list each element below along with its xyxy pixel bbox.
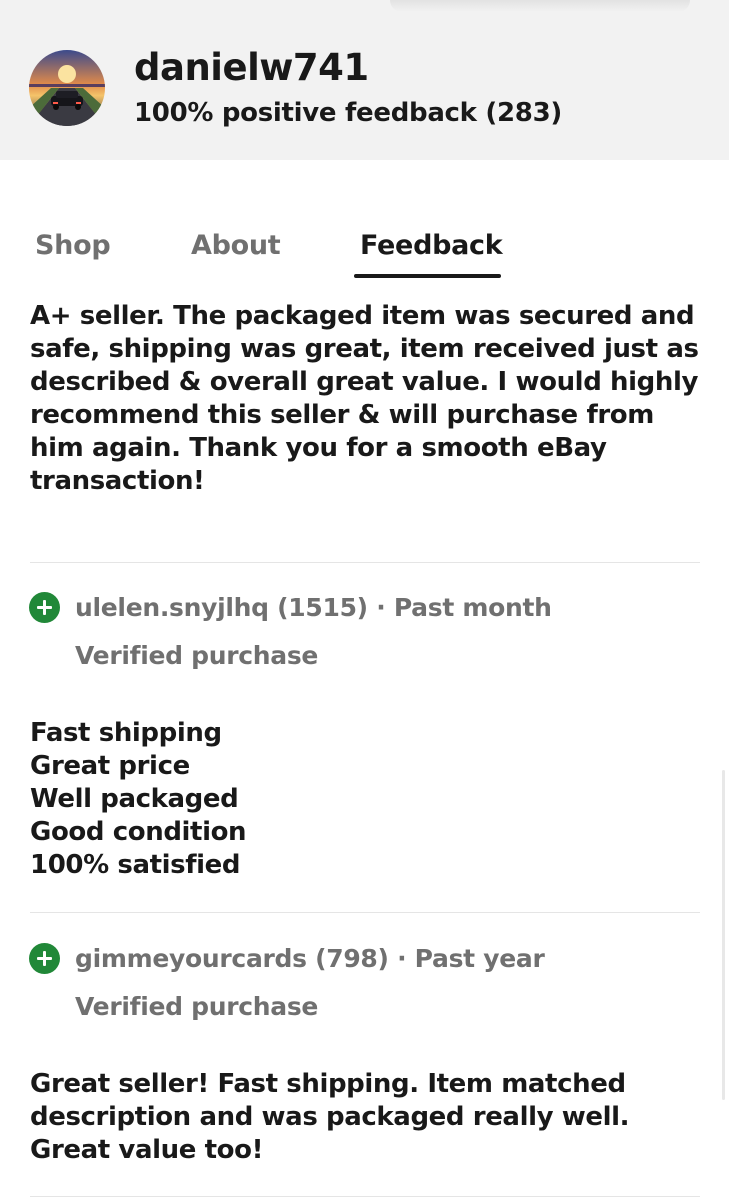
positive-plus-icon [29, 943, 60, 974]
tab-feedback[interactable]: Feedback [360, 230, 503, 261]
review-text-3: Great seller! Fast shipping. Item matche… [30, 1069, 630, 1165]
review-divider [30, 1196, 700, 1197]
seller-header: danielw741 100% positive feedback (283) [0, 14, 729, 160]
meta-separator: · [397, 944, 407, 973]
review-line: 100% satisfied [30, 850, 241, 880]
review-divider [30, 912, 700, 913]
top-strip [0, 0, 729, 14]
reviewer-name[interactable]: ulelen.snyjlhq (1515) [75, 593, 368, 622]
avatar[interactable] [29, 50, 105, 126]
reviewer-name[interactable]: gimmeyourcards (798) [75, 944, 389, 973]
active-tab-indicator [354, 274, 501, 278]
review-divider [30, 562, 700, 563]
sunset-car-avatar-icon [29, 50, 105, 126]
profile-tabs: Shop About Feedback [0, 210, 729, 280]
verified-purchase-label: Verified purchase [75, 641, 319, 670]
seller-username[interactable]: danielw741 [134, 46, 369, 89]
review-text-2: Fast shipping Great price Well packaged … [30, 717, 710, 882]
verified-purchase-label: Verified purchase [75, 992, 319, 1021]
tab-about[interactable]: About [191, 230, 281, 261]
seller-feedback-summary: 100% positive feedback (283) [134, 98, 562, 128]
review-text-1: A+ seller. The packaged item was secured… [30, 301, 699, 496]
review-line: Good condition [30, 817, 247, 847]
review-line: Fast shipping [30, 718, 222, 748]
positive-plus-icon [29, 592, 60, 623]
review-line: Great price [30, 751, 190, 781]
top-shadow [390, 0, 690, 12]
tab-shop[interactable]: Shop [35, 230, 111, 261]
review-line: Well packaged [30, 784, 239, 814]
review-meta-2: ulelen.snyjlhq (1515) · Past month [75, 593, 552, 622]
review-meta-3: gimmeyourcards (798) · Past year [75, 944, 545, 973]
meta-separator: · [376, 593, 386, 622]
scrollbar[interactable] [722, 770, 725, 1100]
review-time: Past month [393, 593, 552, 622]
review-time: Past year [414, 944, 545, 973]
